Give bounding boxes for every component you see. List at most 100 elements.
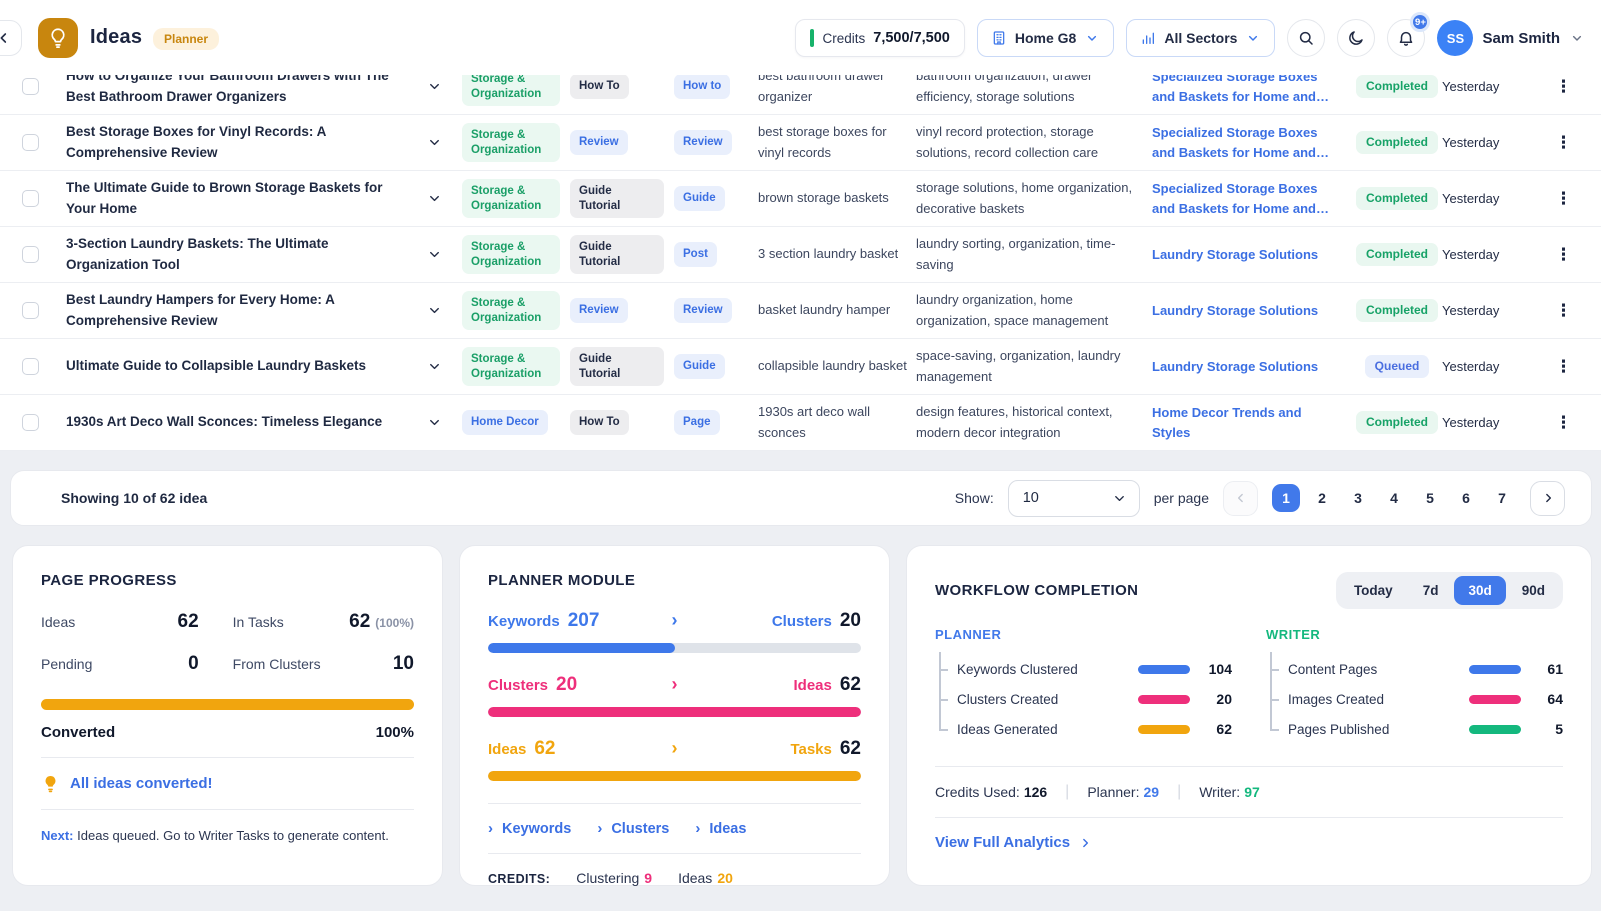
cluster-link[interactable]: Specialized Storage Boxes and Baskets fo… (1152, 179, 1342, 218)
stat-in-tasks: In Tasks 62 (100%) (233, 611, 414, 633)
flow-progress-bar (488, 707, 861, 717)
row-checkbox[interactable] (22, 78, 39, 95)
row-checkbox[interactable] (22, 414, 39, 431)
notification-count-badge: 9+ (1410, 12, 1430, 32)
page-number[interactable]: 5 (1416, 484, 1444, 512)
next-page-button[interactable] (1530, 481, 1565, 516)
workspace-selector[interactable]: Home G8 (977, 19, 1114, 57)
quick-link[interactable]: ›Keywords (488, 820, 571, 837)
cluster-link[interactable]: Laundry Storage Solutions (1152, 245, 1318, 265)
keyword-text: best storage boxes for vinyl records (758, 122, 908, 162)
tree-connector (1266, 684, 1282, 714)
chevron-right-icon: › (672, 610, 678, 631)
notifications-button[interactable]: 9+ (1387, 19, 1425, 57)
page-number[interactable]: 3 (1344, 484, 1372, 512)
prev-page-button[interactable] (1223, 481, 1258, 516)
status-badge: Completed (1356, 243, 1438, 267)
view-full-analytics-link[interactable]: View Full Analytics (935, 834, 1563, 851)
lightbulb-icon (41, 774, 60, 793)
kebab-menu-icon[interactable] (1547, 75, 1580, 99)
page-number[interactable]: 1 (1272, 484, 1300, 512)
flow-progress-bar (488, 771, 861, 781)
kebab-menu-icon[interactable] (1547, 355, 1580, 379)
date-text: Yesterday (1442, 359, 1499, 374)
planner-flow-row: Clusters 20 › Ideas 62 (488, 674, 861, 717)
row-checkbox[interactable] (22, 358, 39, 375)
cluster-link[interactable]: Home Decor Trends and Styles (1152, 403, 1342, 442)
expand-row-button[interactable] (416, 79, 452, 94)
row-checkbox[interactable] (22, 190, 39, 207)
chevron-down-icon (1245, 30, 1261, 46)
metric-bar (1138, 695, 1190, 704)
niche-badge: Storage & Organization (462, 75, 560, 106)
page-number[interactable]: 2 (1308, 484, 1336, 512)
row-checkbox[interactable] (22, 302, 39, 319)
table-row: Ultimate Guide to Collapsible Laundry Ba… (0, 339, 1601, 395)
cluster-link[interactable]: Laundry Storage Solutions (1152, 301, 1318, 321)
content-type-badge: Guide Tutorial (570, 235, 664, 275)
flow-from[interactable]: Clusters 20 (488, 674, 577, 696)
range-option[interactable]: Today (1340, 576, 1407, 605)
range-option[interactable]: 7d (1409, 576, 1453, 605)
page-title: Ideas (90, 26, 142, 49)
range-option[interactable]: 90d (1508, 576, 1559, 605)
chevron-right-icon: › (695, 820, 700, 837)
metric-bar (1138, 725, 1190, 734)
kebab-menu-icon[interactable] (1547, 131, 1580, 155)
content-type-badge: How To (570, 75, 629, 99)
format-badge: Guide (674, 186, 725, 211)
quick-link[interactable]: ›Clusters (597, 820, 669, 837)
row-checkbox[interactable] (22, 134, 39, 151)
expand-row-button[interactable] (416, 247, 452, 262)
tree-connector (935, 654, 951, 684)
format-badge: Post (674, 242, 717, 267)
row-checkbox[interactable] (22, 246, 39, 263)
quick-link[interactable]: ›Ideas (695, 820, 746, 837)
flow-from[interactable]: Ideas 62 (488, 738, 556, 760)
kebab-menu-icon[interactable] (1547, 299, 1580, 323)
expand-row-button[interactable] (416, 135, 452, 150)
cluster-link[interactable]: Laundry Storage Solutions (1152, 357, 1318, 377)
kebab-menu-icon[interactable] (1547, 411, 1580, 435)
user-menu[interactable]: SS Sam Smith (1437, 20, 1585, 56)
page-number[interactable]: 4 (1380, 484, 1408, 512)
chevron-right-icon (1541, 491, 1555, 505)
niche-badge: Storage & Organization (462, 291, 560, 331)
metric-bar (1469, 665, 1521, 674)
format-badge: How to (674, 75, 730, 99)
table-row: How to Organize Your Bathroom Drawers wi… (0, 75, 1601, 115)
content-type-badge: How To (570, 410, 629, 435)
kebab-menu-icon[interactable] (1547, 243, 1580, 267)
sector-selector[interactable]: All Sectors (1126, 19, 1275, 57)
chevron-down-icon (427, 247, 442, 262)
kebab-menu-icon[interactable] (1547, 187, 1580, 211)
page-number[interactable]: 6 (1452, 484, 1480, 512)
tree-connector (935, 684, 951, 714)
workflow-completion-card: WORKFLOW COMPLETION Today 7d 30d 90d PLA… (906, 545, 1592, 886)
chevron-right-icon: › (672, 738, 678, 759)
credits-pill[interactable]: Credits 7,500/7,500 (795, 19, 964, 57)
expand-row-button[interactable] (416, 303, 452, 318)
format-badge: Guide (674, 354, 725, 379)
back-button[interactable] (0, 20, 22, 56)
expand-row-button[interactable] (416, 359, 452, 374)
flow-from[interactable]: Keywords 207 (488, 610, 599, 632)
range-option[interactable]: 30d (1454, 576, 1505, 605)
chevron-down-icon (1112, 491, 1127, 506)
workflow-credits-row: Credits Used:126 | Planner:29 | Writer:9… (935, 783, 1563, 801)
divider (41, 757, 414, 758)
next-step-hint: Next: Ideas queued. Go to Writer Tasks t… (41, 826, 414, 846)
progress-message: All ideas converted! (70, 775, 213, 792)
cluster-link[interactable]: Specialized Storage Boxes and Baskets fo… (1152, 75, 1342, 106)
planner-badge: Planner (153, 28, 219, 50)
page-size-select[interactable]: 10 (1008, 480, 1140, 517)
date-range-selector: Today 7d 30d 90d (1336, 572, 1563, 609)
cluster-link[interactable]: Specialized Storage Boxes and Baskets fo… (1152, 123, 1342, 162)
idea-title: Best Storage Boxes for Vinyl Records: A … (66, 122, 410, 163)
page-number[interactable]: 7 (1488, 484, 1516, 512)
table-row: 1930s Art Deco Wall Sconces: Timeless El… (0, 395, 1601, 451)
dark-mode-toggle[interactable] (1337, 19, 1375, 57)
expand-row-button[interactable] (416, 415, 452, 430)
search-button[interactable] (1287, 19, 1325, 57)
expand-row-button[interactable] (416, 191, 452, 206)
